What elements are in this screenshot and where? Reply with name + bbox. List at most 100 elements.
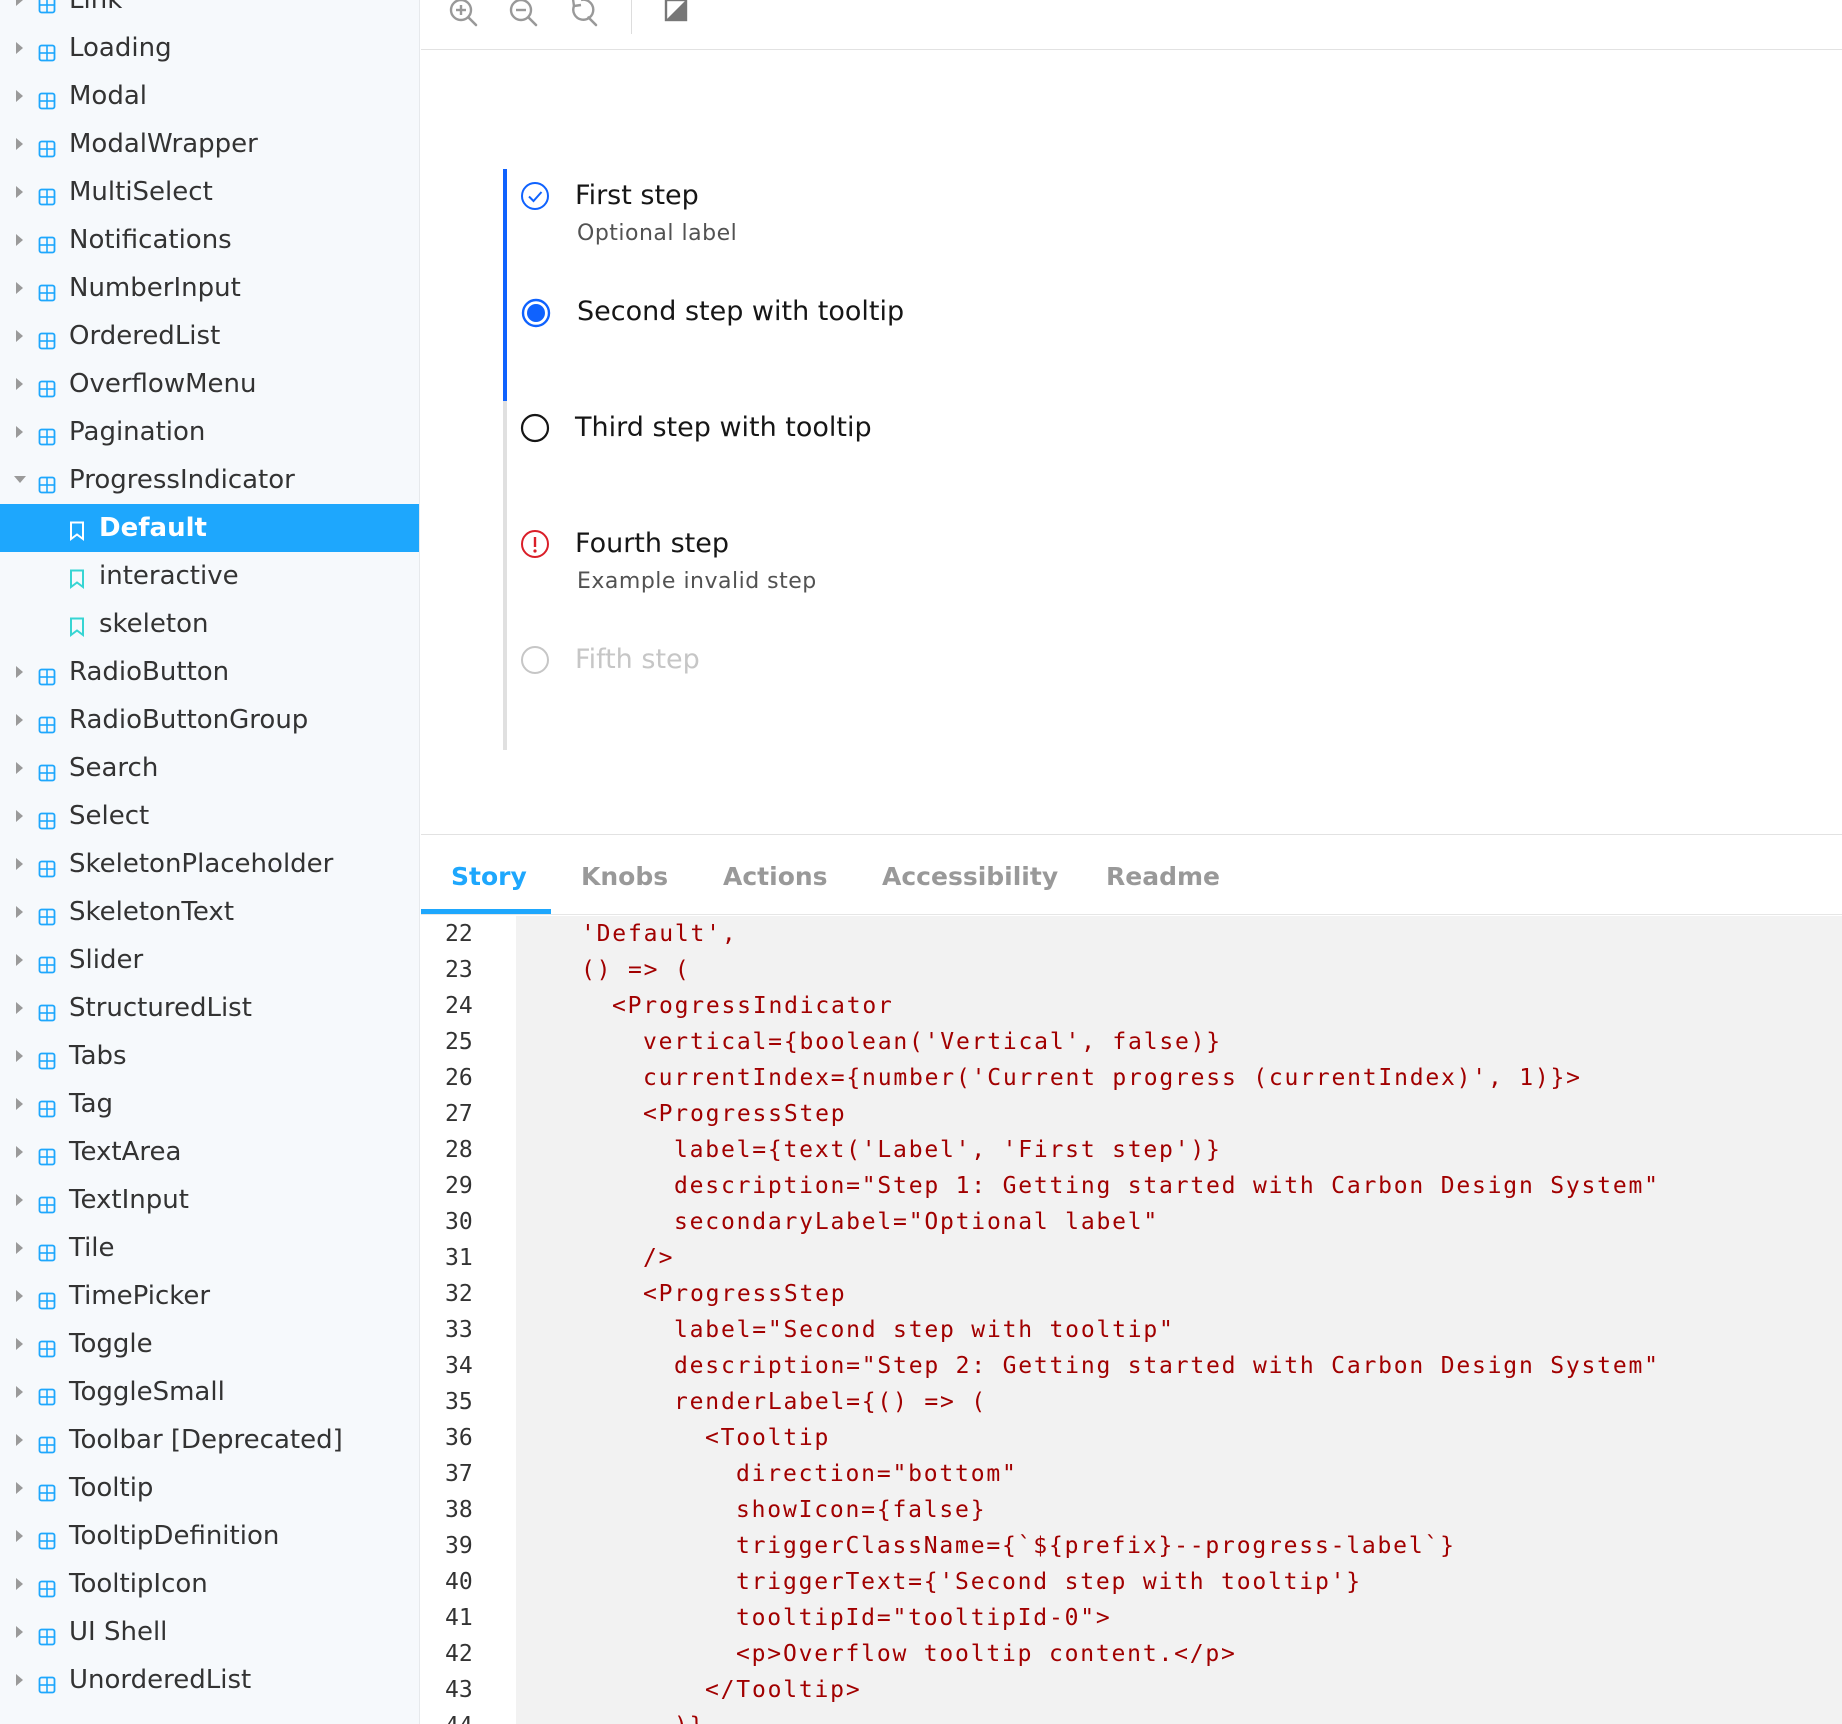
sidebar-story-skeleton[interactable]: skeleton [0, 600, 419, 648]
sidebar-item-orderedlist[interactable]: OrderedList [0, 312, 419, 360]
caret-right-icon[interactable] [16, 186, 23, 198]
line-number: 40 [445, 1569, 473, 1595]
step-label-tooltip-trigger[interactable]: Third step with tooltip [575, 411, 872, 445]
caret-right-icon[interactable] [16, 714, 23, 726]
sidebar-item-toggle[interactable]: Toggle [0, 1320, 419, 1368]
sidebar-item-tooltip[interactable]: Tooltip [0, 1464, 419, 1512]
sidebar-item-slider[interactable]: Slider [0, 936, 419, 984]
caret-right-icon[interactable] [16, 282, 23, 294]
sidebar-item-skeletonplaceholder[interactable]: SkeletonPlaceholder [0, 840, 419, 888]
caret-right-icon[interactable] [16, 426, 23, 438]
tab-knobs[interactable]: Knobs [581, 862, 668, 891]
progress-step-fourth[interactable]: Fourth step Example invalid step [421, 519, 1221, 619]
sidebar-item-tooltipdefinition[interactable]: TooltipDefinition [0, 1512, 419, 1560]
caret-right-icon[interactable] [16, 954, 23, 966]
sidebar-item-textinput[interactable]: TextInput [0, 1176, 419, 1224]
code-text: secondaryLabel="Optional label" [674, 1209, 1160, 1235]
sidebar-item-ui-shell[interactable]: UI Shell [0, 1608, 419, 1656]
caret-right-icon[interactable] [16, 1530, 23, 1542]
tab-readme[interactable]: Readme [1106, 862, 1220, 891]
code-line: 38 showIcon={false} [421, 1492, 1842, 1528]
sidebar-item-structuredlist[interactable]: StructuredList [0, 984, 419, 1032]
sidebar-item-tooltipicon[interactable]: TooltipIcon [0, 1560, 419, 1608]
progress-step-third[interactable]: Third step with tooltip [421, 403, 1221, 503]
sidebar-item-modalwrapper[interactable]: ModalWrapper [0, 120, 419, 168]
story-source-code[interactable]: 22 'Default', 23 () => (24 <ProgressIndicato… [421, 916, 1842, 1724]
progress-step-first[interactable]: First step Optional label [421, 171, 1221, 271]
caret-right-icon[interactable] [16, 1002, 23, 1014]
progress-step-second[interactable]: Second step with tooltip [421, 287, 1221, 387]
caret-right-icon[interactable] [16, 1242, 23, 1254]
line-number: 27 [445, 1101, 473, 1127]
sidebar-item-toolbar-deprecated[interactable]: Toolbar [Deprecated] [0, 1416, 419, 1464]
code-line: 35 renderLabel={() => ( [421, 1384, 1842, 1420]
caret-right-icon[interactable] [16, 858, 23, 870]
caret-right-icon[interactable] [16, 666, 23, 678]
sidebar-item-radiobutton[interactable]: RadioButton [0, 648, 419, 696]
caret-right-icon[interactable] [16, 1386, 23, 1398]
sidebar-item-timepicker[interactable]: TimePicker [0, 1272, 419, 1320]
caret-right-icon[interactable] [16, 378, 23, 390]
caret-right-icon[interactable] [16, 0, 23, 6]
caret-right-icon[interactable] [16, 1290, 23, 1302]
sidebar-item-unorderedlist[interactable]: UnorderedList [0, 1656, 419, 1704]
caret-right-icon[interactable] [16, 330, 23, 342]
sidebar-item-tile[interactable]: Tile [0, 1224, 419, 1272]
tab-accessibility[interactable]: Accessibility [882, 862, 1058, 891]
sidebar-item-numberinput[interactable]: NumberInput [0, 264, 419, 312]
caret-right-icon[interactable] [16, 1674, 23, 1686]
sidebar-item-skeletontext[interactable]: SkeletonText [0, 888, 419, 936]
sidebar-item-label: Loading [69, 33, 172, 63]
caret-right-icon[interactable] [16, 762, 23, 774]
caret-right-icon[interactable] [16, 1434, 23, 1446]
line-number: 25 [445, 1029, 473, 1055]
sidebar-item-radiobuttongroup[interactable]: RadioButtonGroup [0, 696, 419, 744]
sidebar-story-default[interactable]: Default [0, 504, 419, 552]
sidebar-item-overflowmenu[interactable]: OverflowMenu [0, 360, 419, 408]
caret-right-icon[interactable] [16, 1338, 23, 1350]
reset-zoom-button[interactable] [565, 0, 603, 32]
sidebar-item-search[interactable]: Search [0, 744, 419, 792]
caret-right-icon[interactable] [16, 234, 23, 246]
tab-actions[interactable]: Actions [723, 862, 828, 891]
zoom-out-button[interactable] [505, 0, 543, 32]
caret-right-icon[interactable] [16, 1050, 23, 1062]
caret-right-icon[interactable] [16, 1146, 23, 1158]
sidebar-item-label: TextArea [69, 1137, 182, 1167]
background-toggle-button[interactable] [657, 0, 695, 32]
sidebar-item-pagination[interactable]: Pagination [0, 408, 419, 456]
caret-down-icon[interactable] [14, 476, 26, 483]
line-number: 42 [445, 1641, 473, 1667]
line-number: 36 [445, 1425, 473, 1451]
sidebar-story-interactive[interactable]: interactive [0, 552, 419, 600]
caret-right-icon[interactable] [16, 1098, 23, 1110]
caret-right-icon[interactable] [16, 138, 23, 150]
caret-right-icon[interactable] [16, 90, 23, 102]
caret-right-icon[interactable] [16, 1578, 23, 1590]
component-icon [38, 1383, 56, 1406]
caret-right-icon[interactable] [16, 1626, 23, 1638]
zoom-in-button[interactable] [445, 0, 483, 32]
caret-right-icon[interactable] [16, 42, 23, 54]
caret-right-icon[interactable] [16, 1194, 23, 1206]
background-toggle-icon [664, 0, 688, 22]
sidebar-item-loading[interactable]: Loading [0, 24, 419, 72]
sidebar-item-tabs[interactable]: Tabs [0, 1032, 419, 1080]
sidebar-item-textarea[interactable]: TextArea [0, 1128, 419, 1176]
sidebar-item-link[interactable]: Link [0, 0, 419, 24]
caret-right-icon[interactable] [16, 1482, 23, 1494]
code-line: 32 <ProgressStep [421, 1276, 1842, 1312]
sidebar-item-modal[interactable]: Modal [0, 72, 419, 120]
caret-right-icon[interactable] [16, 906, 23, 918]
code-line: 25 vertical={boolean('Vertical', false)} [421, 1024, 1842, 1060]
sidebar-item-tag[interactable]: Tag [0, 1080, 419, 1128]
sidebar-item-togglesmall[interactable]: ToggleSmall [0, 1368, 419, 1416]
sidebar-item-progressindicator[interactable]: ProgressIndicator [0, 456, 419, 504]
sidebar-item-multiselect[interactable]: MultiSelect [0, 168, 419, 216]
tab-story[interactable]: Story [451, 862, 527, 891]
code-text: vertical={boolean('Vertical', false)} [643, 1029, 1222, 1055]
sidebar-item-select[interactable]: Select [0, 792, 419, 840]
sidebar-item-notifications[interactable]: Notifications [0, 216, 419, 264]
step-label-tooltip-trigger[interactable]: Second step with tooltip [577, 295, 904, 329]
caret-right-icon[interactable] [16, 810, 23, 822]
